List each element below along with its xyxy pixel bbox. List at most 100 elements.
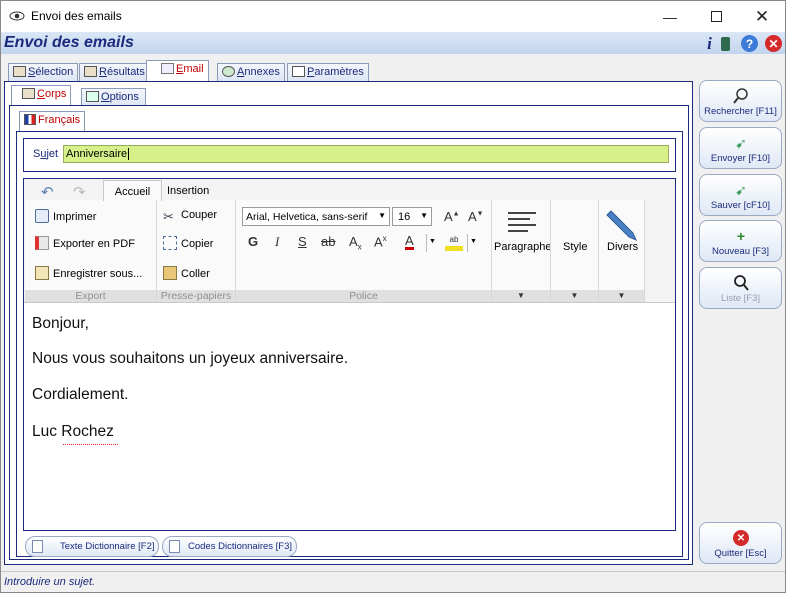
eye-icon [9,11,25,21]
divider [550,200,551,302]
font-family-select[interactable]: Arial, Helvetica, sans-serif ▼ [242,207,390,226]
group-font: Police [236,290,491,302]
paragraph-dropdown[interactable]: ▼ [492,290,550,302]
list-button[interactable]: Liste [F3] [699,267,782,309]
grow-font-icon[interactable]: A▲ [444,209,460,224]
export-pdf-button[interactable]: Exporter en PDF [35,236,135,250]
subject-label: Sujet [33,148,59,160]
strikethrough-button[interactable]: ab [321,234,335,249]
texte-dictionnaire-button[interactable]: Texte Dictionnaire [F2] [25,536,159,557]
tab-options[interactable]: Options [81,88,146,106]
paste-button[interactable]: Coller [163,266,210,280]
divider [467,234,468,252]
shrink-font-icon[interactable]: A▼ [468,209,484,224]
selection-icon [13,66,26,77]
divider [426,234,427,252]
document-icon [169,540,180,553]
tab-francais[interactable]: Français [19,111,86,131]
print-button[interactable]: Imprimer [35,209,96,223]
divider [235,200,236,302]
chevron-down-icon: ▼ [378,211,386,220]
paragraph-icon [508,212,536,236]
font-color-icon[interactable]: A [405,234,414,250]
window-title: Envoi des emails [31,9,122,23]
close-window-button[interactable]: ✕ [739,1,785,32]
app-window: Envoi des emails — ✕ Envoi des emails i … [0,0,786,593]
flag-icon [24,114,36,125]
tab-email[interactable]: Email [146,60,209,81]
save-as-icon [35,266,49,280]
options-icon [86,91,99,102]
settings-icon [292,66,305,77]
editor-line: Cordialement. [32,386,129,403]
codes-dictionnaires-button[interactable]: Codes Dictionnaires [F3] [162,536,297,557]
page-title: Envoi des emails [4,34,134,51]
superscript-icon[interactable]: Ax [374,234,387,249]
help-icon[interactable]: ? [741,35,758,52]
copy-icon [163,236,177,250]
scissors-icon: ✂ [163,209,174,224]
ribbon-tab-insertion[interactable]: Insertion [167,185,209,197]
chevron-down-icon[interactable]: ▼ [470,238,477,245]
redo-icon[interactable]: ↷ [73,183,86,201]
magnifier-icon [732,87,750,105]
ribbon-tab-accueil[interactable]: Accueil [103,180,162,201]
maximize-button[interactable] [693,1,739,32]
pdf-icon [35,236,49,250]
italic-button[interactable]: I [275,234,279,250]
body-icon [22,88,35,99]
editor-line: Nous vous souhaitons un joyeux anniversa… [32,350,349,367]
search-button[interactable]: Rechercher [F11] [699,80,782,122]
divider [598,200,599,302]
undo-icon[interactable]: ↶ [41,183,54,201]
paragraph-button[interactable]: Paragraphe [494,241,552,253]
save-as-button[interactable]: Enregistrer sous... [35,266,142,280]
divers-dropdown[interactable]: ▼ [599,290,644,302]
subscript-icon[interactable]: Ax [349,234,362,252]
app-header: Envoi des emails i ? ✕ [1,32,785,54]
status-bar: Introduire un sujet. [1,571,785,592]
save-icon: ➹ [735,181,747,198]
new-button[interactable]: + Nouveau [F3] [699,220,782,262]
tab-resultats[interactable]: Résultats [79,63,150,81]
divider [156,200,157,302]
send-button[interactable]: ➹ Envoyer [F10] [699,127,782,169]
highlight-icon[interactable]: ab [445,235,463,251]
underline-button[interactable]: S [298,234,307,249]
spellcheck-underline [63,442,118,445]
close-icon: ✕ [732,529,750,547]
divider [644,200,645,302]
paste-icon [163,266,177,280]
status-text: Introduire un sujet. [4,576,96,588]
chevron-down-icon[interactable]: ▼ [429,238,436,245]
info-icon[interactable]: i [701,34,718,53]
style-button[interactable]: Style [563,241,587,253]
tab-parametres[interactable]: Paramètres [287,63,369,81]
font-size-select[interactable]: 16 ▼ [392,207,432,226]
tab-annexes[interactable]: Annexes [217,63,285,81]
pencil-icon [606,210,637,241]
tab-selection[interactable]: Sélection [8,63,79,81]
cut-button[interactable]: ✂ Couper [163,209,217,224]
minimize-button[interactable]: — [647,1,693,32]
close-icon[interactable]: ✕ [765,35,782,52]
tab-corps[interactable]: Corps [11,85,72,106]
results-icon [84,66,97,77]
save-button[interactable]: ➹ Sauver [cF10] [699,174,782,216]
subject-input[interactable]: Anniversaire [63,145,669,163]
copy-button[interactable]: Copier [163,236,213,250]
new-icon: + [736,228,746,244]
divers-button[interactable]: Divers [607,241,638,253]
editor-line: Luc Rochez [32,423,114,440]
email-icon [161,63,174,74]
title-bar: Envoi des emails — ✕ [1,1,785,32]
magnifier-icon [732,274,750,292]
subject-box: Sujet Anniversaire [23,138,676,172]
bold-button[interactable]: G [248,234,258,249]
style-dropdown[interactable]: ▼ [551,290,598,302]
chevron-down-icon: ▼ [420,211,428,220]
calculator-icon[interactable] [721,37,730,51]
group-export: Export [25,290,156,302]
divider [491,200,492,302]
quit-button[interactable]: ✕ Quitter [Esc] [699,522,782,564]
